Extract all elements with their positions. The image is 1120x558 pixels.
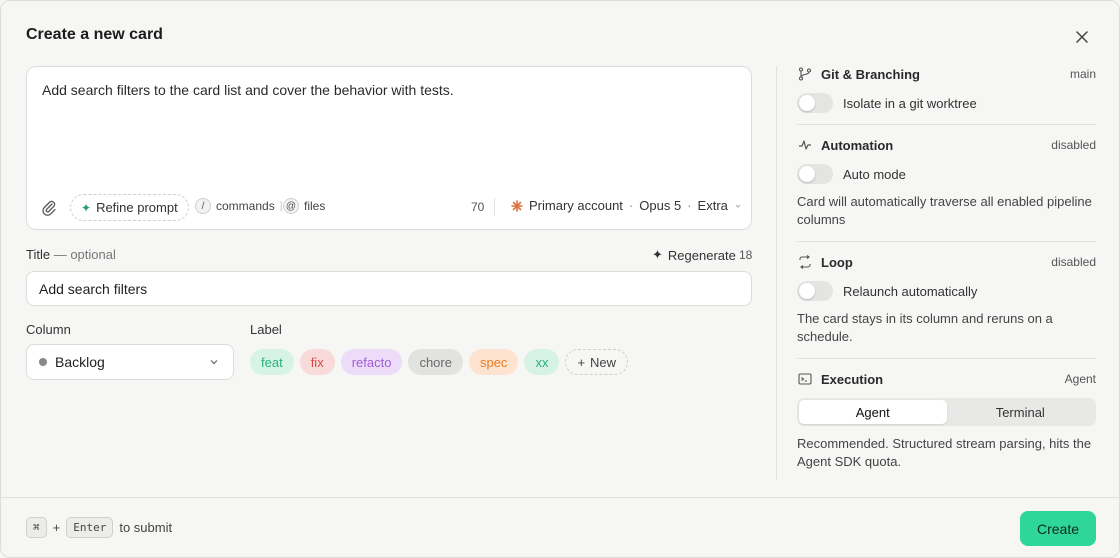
git-branch-icon bbox=[797, 66, 813, 82]
chevron-down-icon bbox=[735, 204, 741, 208]
loop-description: The card stays in its column and reruns … bbox=[797, 311, 1053, 344]
auto-mode-label: Auto mode bbox=[843, 166, 906, 182]
section-divider bbox=[797, 358, 1096, 359]
prompt-editor[interactable]: Add search filters to the card list and … bbox=[26, 66, 752, 230]
create-card-dialog: Create a new card Add search filters to … bbox=[0, 0, 1120, 558]
automation-description: Card will automatically traverse all ena… bbox=[797, 194, 1092, 227]
loop-section-title: Loop bbox=[821, 254, 853, 270]
execution-section: Execution Agent Agent Terminal Recommend… bbox=[797, 370, 1096, 471]
sparkle-icon: ✦ bbox=[652, 247, 663, 262]
loop-section: Loop disabled Relaunch automatically The… bbox=[797, 253, 1096, 346]
label-tag[interactable]: fix bbox=[299, 349, 335, 375]
execution-segmented-control: Agent Terminal bbox=[797, 398, 1096, 426]
label-tag[interactable]: refacto bbox=[340, 349, 403, 375]
cmd-key: ⌘ bbox=[26, 517, 47, 538]
column-select[interactable]: Backlog bbox=[26, 344, 234, 380]
automation-section-title: Automation bbox=[821, 137, 894, 153]
git-section-title: Git & Branching bbox=[821, 66, 920, 82]
divider bbox=[494, 198, 495, 216]
plus-icon: + bbox=[577, 354, 586, 370]
relaunch-toggle[interactable] bbox=[797, 281, 833, 301]
label-field-label: Label bbox=[250, 322, 282, 337]
execution-mode: Agent bbox=[1064, 372, 1096, 386]
column-label: Column bbox=[26, 322, 71, 337]
activity-icon bbox=[797, 137, 813, 153]
commands-label: commands bbox=[216, 199, 275, 213]
loop-status: disabled bbox=[1051, 255, 1096, 269]
char-count: 70 bbox=[471, 200, 485, 214]
chevron-down-icon bbox=[210, 360, 218, 365]
execution-description: Recommended. Structured stream parsing, … bbox=[797, 436, 1092, 469]
sparkle-icon: ✦ bbox=[81, 200, 92, 215]
commands-hint[interactable]: / commands | bbox=[195, 198, 283, 214]
submit-hint: ⌘ + Enter to submit bbox=[26, 517, 172, 538]
effort-label: Extra bbox=[697, 198, 728, 213]
refine-prompt-button[interactable]: ✦ Refine prompt bbox=[70, 194, 189, 221]
close-icon bbox=[1076, 31, 1088, 43]
relaunch-label: Relaunch automatically bbox=[843, 283, 978, 299]
section-divider bbox=[797, 124, 1096, 125]
refine-prompt-label: Refine prompt bbox=[96, 200, 178, 215]
label-tag[interactable]: spec bbox=[468, 349, 519, 375]
auto-mode-toggle[interactable] bbox=[797, 164, 833, 184]
automation-section: Automation disabled Auto mode Card will … bbox=[797, 136, 1096, 229]
column-status-dot bbox=[39, 358, 47, 366]
dialog-title: Create a new card bbox=[26, 26, 163, 43]
prompt-text[interactable]: Add search filters to the card list and … bbox=[42, 82, 454, 98]
model-label: Opus 5 bbox=[639, 198, 682, 213]
title-label: Title bbox=[26, 247, 51, 262]
commands-key: / bbox=[195, 198, 211, 214]
git-branch-name: main bbox=[1069, 67, 1096, 81]
terminal-icon bbox=[797, 371, 813, 387]
execution-section-title: Execution bbox=[821, 371, 884, 387]
enter-key: Enter bbox=[66, 517, 114, 538]
regenerate-count: 18 bbox=[739, 248, 753, 262]
dialog-footer: ⌘ + Enter to submit Create bbox=[1, 497, 1119, 557]
sidebar-divider bbox=[776, 66, 777, 480]
regenerate-button[interactable]: ✦ Regenerate bbox=[652, 247, 736, 263]
label-tag[interactable]: xx bbox=[524, 349, 560, 375]
new-label-button[interactable]: + New bbox=[565, 349, 629, 375]
plus-sign: + bbox=[52, 520, 61, 535]
execution-option-terminal[interactable]: Terminal bbox=[947, 400, 1095, 424]
close-button[interactable] bbox=[1071, 26, 1093, 48]
repeat-icon bbox=[797, 254, 813, 270]
worktree-toggle[interactable] bbox=[797, 93, 833, 113]
label-tags: feat fix refacto chore spec xx + New bbox=[250, 349, 629, 375]
git-section: Git & Branching main Isolate in a git wo… bbox=[797, 65, 1096, 113]
label-tag[interactable]: feat bbox=[250, 349, 294, 375]
paperclip-icon bbox=[42, 200, 56, 216]
submit-hint-text: to submit bbox=[119, 520, 173, 535]
account-label: Primary account bbox=[529, 198, 623, 213]
execution-option-agent[interactable]: Agent bbox=[799, 400, 947, 424]
label-tag[interactable]: chore bbox=[408, 349, 463, 375]
dot-separator: · bbox=[687, 198, 692, 213]
files-key: @ bbox=[283, 198, 299, 214]
files-hint[interactable]: @ files bbox=[283, 198, 325, 214]
automation-status: disabled bbox=[1051, 138, 1096, 152]
files-label: files bbox=[304, 199, 326, 213]
model-selector[interactable]: Primary account · Opus 5 · Extra bbox=[511, 198, 742, 213]
attach-button[interactable] bbox=[41, 200, 57, 216]
title-input-value: Add search filters bbox=[39, 280, 148, 297]
optional-label: — optional bbox=[53, 247, 116, 262]
title-field-label: Title — optional bbox=[26, 247, 116, 262]
new-label-text: New bbox=[590, 354, 617, 370]
title-input[interactable]: Add search filters bbox=[26, 271, 752, 306]
create-button[interactable]: Create bbox=[1020, 511, 1096, 546]
claude-logo-icon bbox=[511, 199, 523, 212]
regenerate-label: Regenerate bbox=[667, 247, 736, 263]
section-divider bbox=[797, 241, 1096, 242]
dot-separator: · bbox=[628, 198, 634, 213]
column-value: Backlog bbox=[55, 354, 105, 370]
worktree-toggle-label: Isolate in a git worktree bbox=[843, 95, 977, 111]
